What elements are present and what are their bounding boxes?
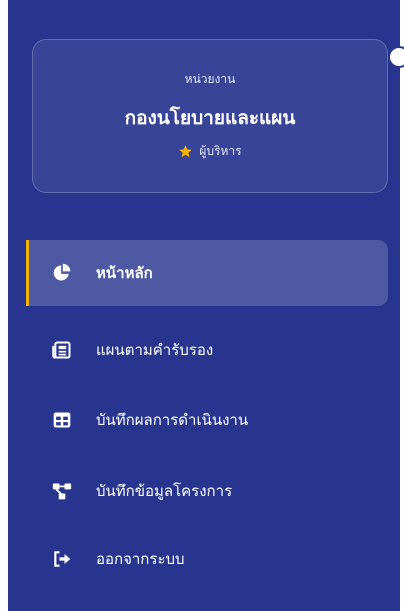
- sidebar: หน่วยงาน กองนโยบายและแผน ผู้บริหาร หน้าห…: [8, 0, 400, 611]
- sidebar-item-label: หน้าหลัก: [96, 264, 153, 282]
- sidebar-item-label: แผนตามคำรับรอง: [96, 341, 214, 359]
- org-name: กองนโยบายและแผน: [124, 107, 296, 129]
- sidebar-collapse-toggle[interactable]: [388, 46, 404, 68]
- pie-chart-icon: [50, 261, 74, 285]
- newspaper-icon: [50, 338, 74, 362]
- sign-out-icon: [50, 547, 74, 571]
- sidebar-item-project[interactable]: บันทึกข้อมูลโครงการ: [26, 458, 388, 524]
- table-icon: [50, 408, 74, 432]
- sidebar-item-plan[interactable]: แผนตามคำรับรอง: [26, 317, 388, 383]
- sidebar-item-performance[interactable]: บันทึกผลการดำเนินงาน: [26, 387, 388, 453]
- sidebar-item-logout[interactable]: ออกจากระบบ: [26, 526, 388, 592]
- org-card: หน่วยงาน กองนโยบายและแผน ผู้บริหาร: [32, 39, 388, 193]
- sidebar-item-home[interactable]: หน้าหลัก: [26, 240, 388, 306]
- org-label: หน่วยงาน: [184, 72, 236, 86]
- star-icon: [179, 145, 193, 158]
- org-role: ผู้บริหาร: [33, 142, 387, 161]
- sidebar-item-label: บันทึกผลการดำเนินงาน: [96, 411, 249, 429]
- sidebar-item-label: ออกจากระบบ: [96, 550, 185, 568]
- sidebar-item-label: บันทึกข้อมูลโครงการ: [96, 482, 233, 500]
- org-role-label: ผู้บริหาร: [199, 144, 242, 158]
- project-diagram-icon: [50, 479, 74, 503]
